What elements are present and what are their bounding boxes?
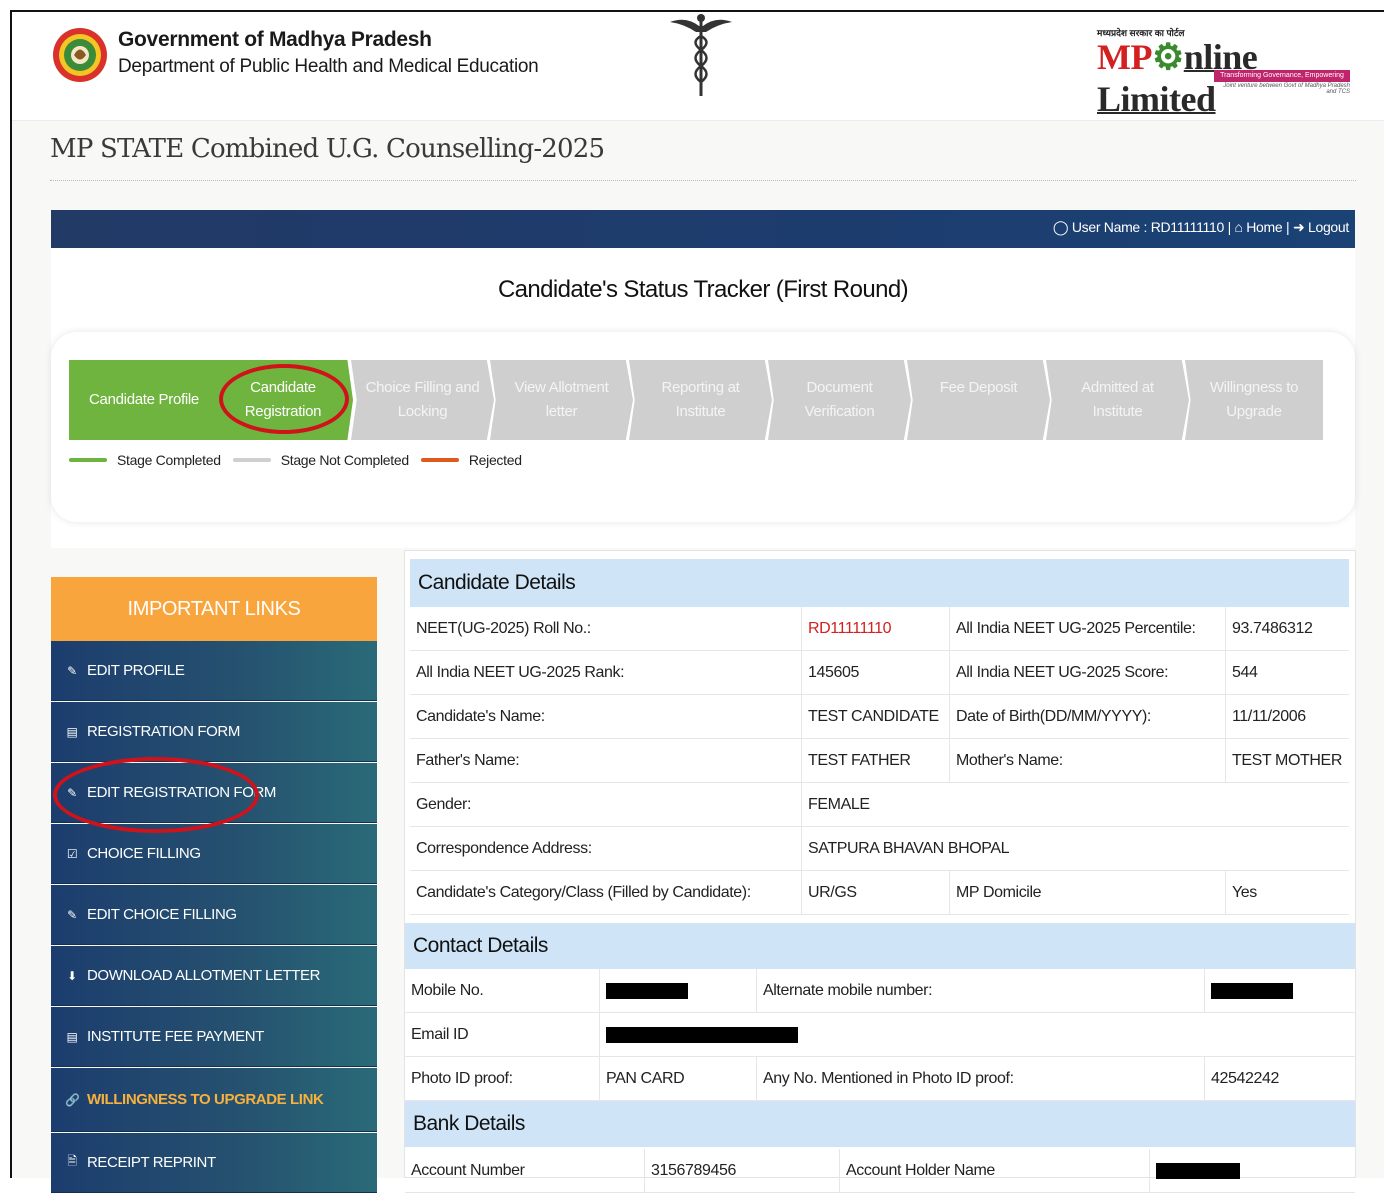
step-fee-deposit: Fee Deposit	[907, 360, 1050, 440]
step-willingness-upgrade: Willingness to Upgrade	[1185, 360, 1323, 440]
tracker-title: Candidate's Status Tracker (First Round)	[497, 276, 909, 303]
step-reporting: Reporting at Institute	[629, 360, 772, 440]
title-divider	[50, 180, 1356, 181]
step-admitted: Admitted at Institute	[1046, 360, 1189, 440]
page-title: MP STATE Combined U.G. Counselling-2025	[50, 134, 605, 164]
table-row: Photo ID proof: PAN CARD Any No. Mention…	[405, 1057, 1355, 1101]
legend-not-completed: Stage Not Completed	[280, 452, 409, 468]
table-row: Candidate's Name: TEST CANDIDATE Date of…	[410, 695, 1349, 739]
legend-completed-swatch	[69, 458, 107, 462]
holder-value-redacted	[1150, 1149, 1355, 1193]
edit-icon: ✎	[67, 663, 77, 678]
gov-subtitle: Department of Public Health and Medical …	[118, 56, 539, 77]
candidate-content-panel: Candidate Details NEET(UG-2025) Roll No.…	[404, 550, 1356, 1193]
status-tracker-section: Candidate's Status Tracker (First Round)…	[51, 248, 1355, 548]
user-nav: ◯ User Name : RD11111110 | ⌂ Home | ➜ Lo…	[1052, 219, 1349, 235]
legend-completed: Stage Completed	[117, 452, 221, 468]
id-card-icon: ▤	[66, 724, 78, 739]
table-row: Email ID	[405, 1013, 1355, 1057]
site-header: Government of Madhya Pradesh Department …	[12, 12, 1384, 121]
table-row: Account Number 3156789456 Account Holder…	[405, 1149, 1355, 1193]
step-choice-filling: Choice Filling and Locking	[351, 360, 494, 440]
step-candidate-profile: Candidate Profile	[69, 360, 219, 440]
tracker-legend: Stage Completed Stage Not Completed Reje…	[69, 452, 522, 468]
legend-rejected-swatch	[420, 458, 459, 462]
alt-mobile-value-redacted	[1205, 969, 1355, 1013]
table-row: Candidate's Category/Class (Filled by Ca…	[410, 871, 1349, 915]
mponline-band: Transforming Governance, Empowering Citi…	[1214, 70, 1350, 91]
step-view-allotment: View Allotment letter	[490, 360, 633, 440]
tracker-card: Candidate Profile Candidate Registration …	[51, 332, 1355, 522]
sidebar-item-willingness-upgrade[interactable]: 🔗 WILLINGNESS TO UPGRADE LINK	[51, 1068, 377, 1132]
table-row: Correspondence Address: SATPURA BHAVAN B…	[410, 827, 1349, 871]
home-link[interactable]: ⌂ Home	[1235, 219, 1283, 235]
logout-link[interactable]: ➜ Logout	[1293, 219, 1349, 235]
important-links-sidebar: IMPORTANT LINKS ✎ EDIT PROFILE ▤ REGISTRAT…	[51, 577, 377, 1193]
mp-emblem-icon	[53, 28, 107, 82]
edit-icon: ✎	[67, 907, 77, 922]
table-row: Gender: FEMALE	[410, 783, 1349, 827]
sidebar-item-download-allotment[interactable]: ⬇ DOWNLOAD ALLOTMENT LETTER	[51, 946, 377, 1006]
highlight-circle-edit-registration	[53, 757, 259, 833]
mponline-band-sub: Joint venture between Govt of Madhya Pra…	[1223, 83, 1350, 95]
sidebar-heading: IMPORTANT LINKS	[51, 577, 377, 641]
table-row: Father's Name: TEST FATHER Mother's Name…	[410, 739, 1349, 783]
user-icon: ◯	[1052, 219, 1069, 235]
table-row: NEET(UG-2025) Roll No.: RD11111110 All I…	[410, 607, 1349, 651]
sidebar-item-edit-choice-filling[interactable]: ✎ EDIT CHOICE FILLING	[51, 885, 377, 945]
gov-title: Government of Madhya Pradesh	[118, 28, 432, 51]
sidebar-item-edit-profile[interactable]: ✎ EDIT PROFILE	[51, 641, 377, 701]
roll-no-value: RD11111110	[802, 607, 950, 651]
top-nav-bar: ◯ User Name : RD11111110 | ⌂ Home | ➜ Lo…	[51, 210, 1355, 248]
sidebar-item-choice-filling[interactable]: ☑ CHOICE FILLING	[51, 824, 377, 884]
contact-details-heading: Contact Details	[405, 923, 1355, 969]
candidate-details-heading: Candidate Details	[410, 559, 1349, 607]
sidebar-item-institute-fee[interactable]: ▤ INSTITUTE FEE PAYMENT	[51, 1007, 377, 1067]
link-icon: 🔗	[65, 1092, 80, 1107]
mponline-gear-icon: ⚙	[1151, 37, 1184, 77]
table-row: Mobile No. Alternate mobile number:	[405, 969, 1355, 1013]
step-document-verification: Document Verification	[768, 360, 911, 440]
legend-not-completed-swatch	[232, 458, 271, 462]
file-icon: 🗎	[67, 1154, 77, 1168]
caduceus-icon	[670, 14, 732, 96]
highlight-circle-registration	[219, 364, 349, 434]
download-icon: ⬇	[67, 968, 77, 983]
legend-rejected: Rejected	[468, 452, 522, 468]
checkbox-icon: ☑	[66, 846, 78, 861]
table-row: All India NEET UG-2025 Rank: 145605 All …	[410, 651, 1349, 695]
mobile-value-redacted	[600, 969, 757, 1013]
card-icon: ▤	[66, 1029, 78, 1044]
email-value-redacted	[600, 1013, 1355, 1057]
home-icon: ⌂	[1234, 219, 1243, 235]
logout-icon: ➜	[1292, 219, 1305, 235]
username-label: User Name : RD11111110	[1071, 219, 1224, 235]
sidebar-item-registration-form[interactable]: ▤ REGISTRATION FORM	[51, 702, 377, 762]
sidebar-item-receipt-reprint[interactable]: 🗎 RECEIPT REPRINT	[51, 1133, 377, 1193]
bank-details-heading: Bank Details	[405, 1101, 1355, 1147]
